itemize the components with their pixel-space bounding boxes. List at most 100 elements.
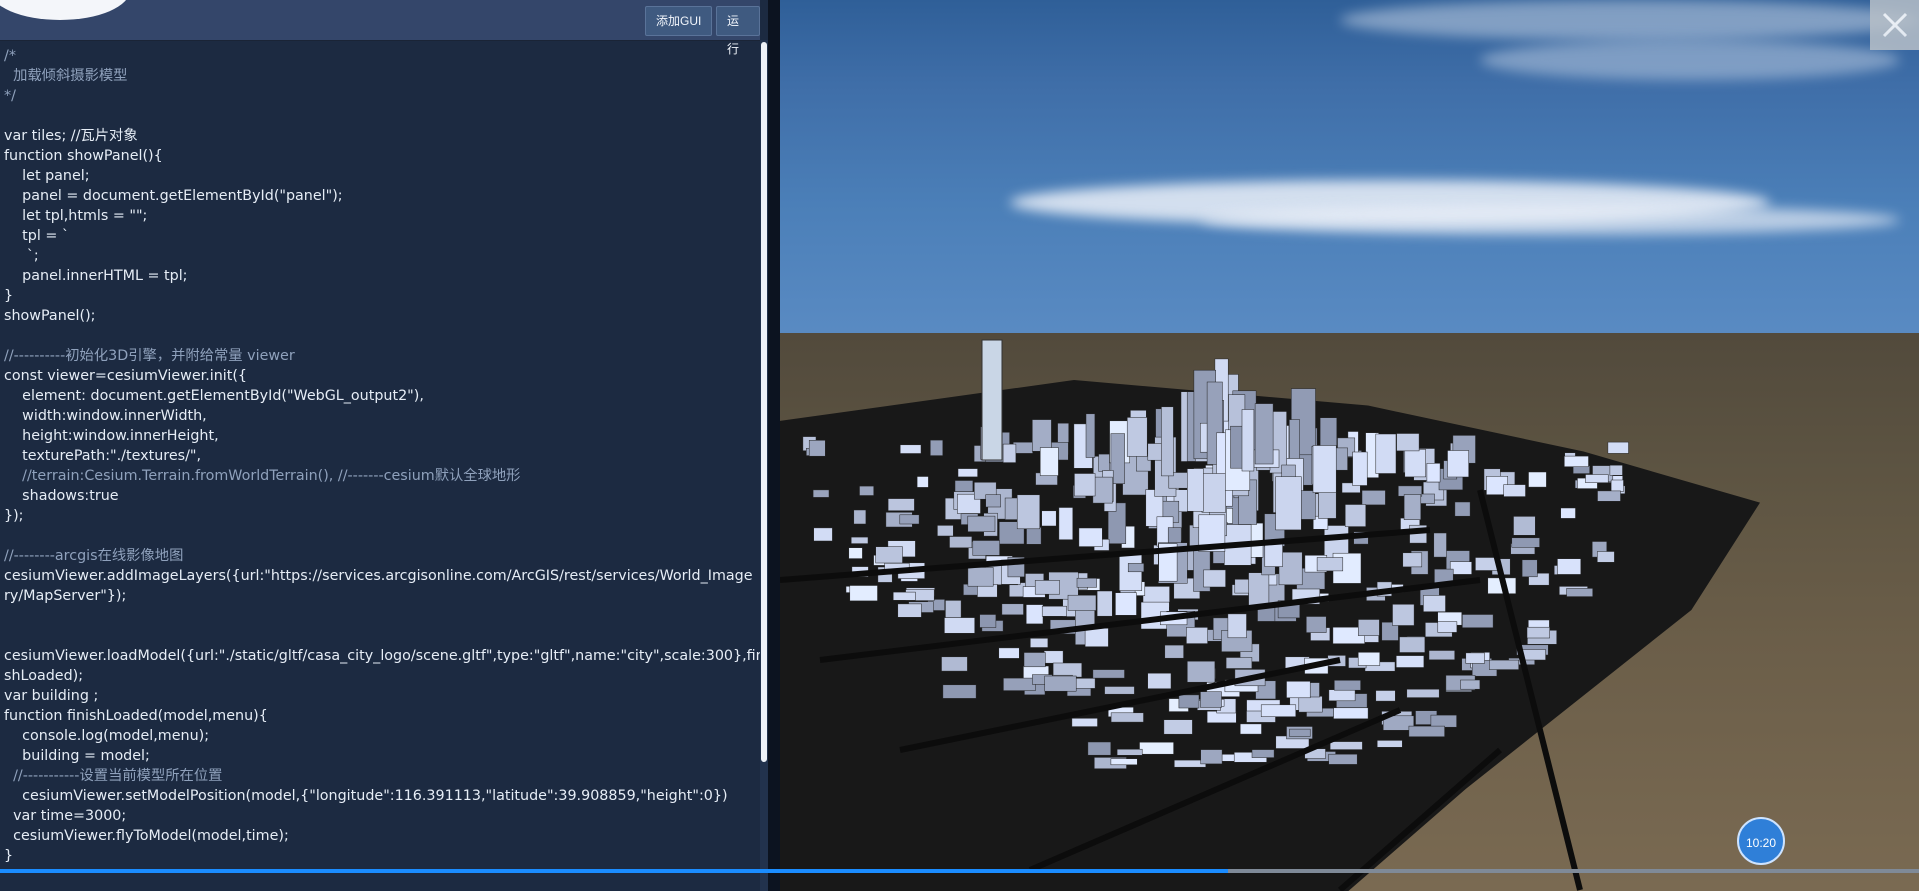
building bbox=[1316, 557, 1344, 572]
code-line: texturePath:"./textures/", bbox=[4, 448, 202, 464]
building bbox=[1248, 572, 1270, 606]
code-line: cesiumViewer.flyToModel(model,time); bbox=[4, 828, 289, 844]
building bbox=[1406, 688, 1440, 698]
building bbox=[1119, 553, 1143, 591]
building bbox=[1423, 595, 1446, 612]
building bbox=[1076, 577, 1097, 588]
building bbox=[1161, 406, 1174, 477]
building bbox=[1399, 636, 1426, 653]
building bbox=[1200, 749, 1223, 765]
building bbox=[1375, 690, 1396, 702]
3d-viewer[interactable] bbox=[780, 0, 1919, 891]
city-model bbox=[780, 339, 1629, 891]
logo-blob bbox=[0, 0, 130, 20]
building bbox=[812, 489, 830, 498]
building bbox=[1164, 644, 1184, 659]
building bbox=[892, 591, 916, 601]
building bbox=[1260, 704, 1297, 717]
code-line: ry/MapServer"}); bbox=[4, 588, 127, 604]
building bbox=[849, 585, 878, 602]
building bbox=[1306, 616, 1327, 633]
editor-scrollbar-thumb[interactable] bbox=[761, 42, 767, 762]
building bbox=[897, 603, 922, 618]
building bbox=[1585, 474, 1609, 483]
code-line: const viewer=cesiumViewer.init({ bbox=[4, 368, 248, 384]
pane-divider[interactable] bbox=[768, 0, 780, 891]
building bbox=[944, 617, 975, 634]
code-line: */ bbox=[4, 88, 16, 104]
building bbox=[1566, 588, 1593, 597]
building bbox=[1001, 603, 1024, 616]
building bbox=[1025, 604, 1044, 625]
building bbox=[1286, 681, 1311, 699]
building bbox=[1092, 669, 1125, 679]
code-line: width:window.innerWidth, bbox=[4, 408, 207, 424]
building bbox=[1041, 605, 1067, 617]
building bbox=[1557, 558, 1582, 575]
building bbox=[1352, 451, 1368, 486]
code-line: function showPanel(){ bbox=[4, 148, 163, 164]
code-line: //-----------设置当前模型所在位置 bbox=[4, 768, 223, 784]
building bbox=[848, 547, 863, 559]
tower bbox=[981, 339, 1003, 461]
run-button[interactable]: 运行 bbox=[716, 6, 760, 56]
code-text[interactable]: /* 加载倾斜摄影模型 */ var tiles; //瓦片对象 functio… bbox=[4, 46, 769, 891]
building bbox=[1163, 719, 1193, 735]
building bbox=[1408, 725, 1445, 737]
building bbox=[808, 440, 826, 457]
building bbox=[1104, 686, 1135, 695]
building bbox=[1275, 476, 1302, 531]
building bbox=[1084, 627, 1109, 647]
code-line: panel.innerHTML = tpl; bbox=[4, 268, 188, 284]
building bbox=[1610, 479, 1624, 492]
building bbox=[1071, 718, 1098, 727]
building bbox=[1528, 471, 1547, 488]
building bbox=[1098, 453, 1110, 472]
building bbox=[1178, 694, 1200, 709]
building bbox=[1078, 527, 1103, 547]
building bbox=[916, 476, 929, 488]
building bbox=[1251, 749, 1275, 758]
code-line: //----------初始化3D引擎，并附给常量 viewer bbox=[4, 348, 295, 364]
building bbox=[1200, 691, 1222, 708]
building bbox=[1426, 463, 1441, 483]
building bbox=[1030, 638, 1049, 648]
building bbox=[1044, 675, 1077, 692]
building bbox=[887, 498, 915, 511]
building bbox=[1402, 552, 1423, 568]
building bbox=[1428, 650, 1455, 661]
code-line: 加载倾斜摄影模型 bbox=[4, 68, 128, 84]
close-button[interactable] bbox=[1870, 0, 1919, 50]
building bbox=[1334, 680, 1361, 691]
code-line: } bbox=[4, 848, 14, 864]
building bbox=[1333, 707, 1369, 720]
building bbox=[1241, 409, 1255, 472]
road bbox=[1028, 707, 1402, 873]
code-line: cesiumViewer.loadModel({url:"./static/gl… bbox=[4, 648, 769, 664]
building bbox=[967, 515, 996, 532]
building bbox=[1404, 449, 1426, 478]
building bbox=[899, 444, 922, 454]
building bbox=[1187, 660, 1216, 683]
building bbox=[1361, 490, 1386, 506]
building bbox=[1058, 507, 1074, 540]
code-line: panel = document.getElementById("panel")… bbox=[4, 188, 343, 204]
building bbox=[1096, 590, 1113, 617]
building bbox=[1460, 679, 1481, 690]
building bbox=[1357, 652, 1381, 666]
building bbox=[1328, 753, 1358, 765]
code-line: element: document.getElementById("WebGL_… bbox=[4, 388, 424, 404]
close-icon bbox=[1882, 12, 1908, 38]
building bbox=[1227, 613, 1247, 639]
building bbox=[1392, 604, 1415, 626]
building bbox=[1127, 563, 1145, 573]
building bbox=[942, 684, 977, 699]
code-line: //--------arcgis在线影像地图 bbox=[4, 548, 184, 564]
building bbox=[1289, 728, 1311, 737]
building bbox=[899, 514, 920, 525]
building bbox=[1454, 501, 1471, 517]
building bbox=[1116, 748, 1143, 756]
add-gui-button[interactable]: 添加GUI bbox=[645, 6, 713, 36]
building bbox=[1110, 758, 1138, 766]
code-editor[interactable]: 添加GUI 运行 /* 加载倾斜摄影模型 */ var tiles; //瓦片对… bbox=[0, 0, 780, 891]
